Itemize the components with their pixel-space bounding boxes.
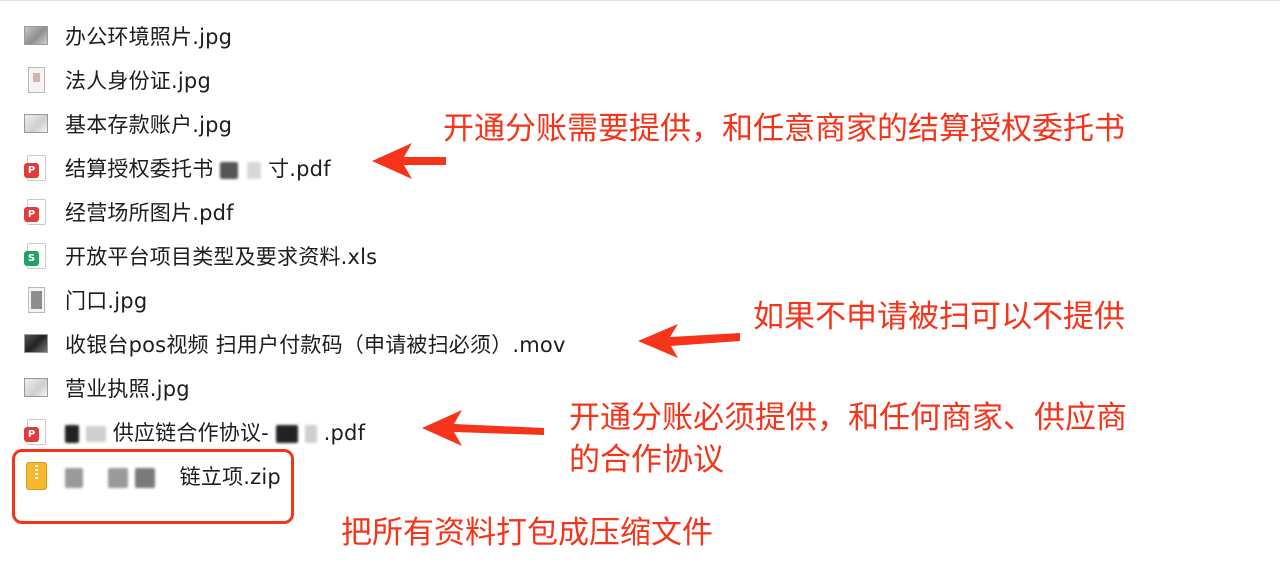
file-name: 开放平台项目类型及要求资料.xls <box>65 245 378 269</box>
file-name-suffix: 寸.pdf <box>268 157 331 181</box>
redacted-block <box>65 425 79 443</box>
pdf-icon: P <box>22 418 50 446</box>
annotation-settlement: 开通分账需要提供，和任意商家的结算授权委托书 <box>443 111 1125 147</box>
arrow-left-icon <box>638 324 740 358</box>
annotation-zip: 把所有资料打包成压缩文件 <box>341 515 713 551</box>
arrow-left-icon <box>372 143 446 179</box>
redacted-block <box>275 425 298 443</box>
video-thumbnail-icon <box>22 330 50 358</box>
file-name: 门口.jpg <box>65 289 148 313</box>
redacted-block <box>85 426 106 442</box>
zip-highlight-box <box>12 449 294 524</box>
pdf-icon: P <box>22 154 50 182</box>
annotation-scan: 如果不申请被扫可以不提供 <box>753 299 1125 335</box>
file-row-settlement-authorization[interactable]: P 结算授权委托书 寸.pdf <box>22 146 331 190</box>
file-row-supply-chain-agreement[interactable]: P 供应链合作协议- .pdf <box>22 410 365 454</box>
file-name: 收银台pos视频 扫用户付款码（申请被扫必须）.mov <box>65 333 566 357</box>
file-name-prefix: 结算授权委托书 <box>65 157 214 181</box>
annotation-cooperation-line2: 的合作协议 <box>569 442 724 478</box>
image-thumbnail-icon <box>22 110 50 138</box>
id-card-thumbnail-icon <box>22 66 50 94</box>
redacted-block <box>247 161 262 179</box>
pdf-icon: P <box>22 198 50 226</box>
file-name-prefix: 供应链合作协议- <box>112 421 269 445</box>
file-name: 营业执照.jpg <box>65 377 190 401</box>
file-name: 供应链合作协议- .pdf <box>65 417 365 447</box>
spreadsheet-icon: S <box>22 242 50 270</box>
file-row-platform-requirements[interactable]: S 开放平台项目类型及要求资料.xls <box>22 234 377 278</box>
file-row-legal-id[interactable]: 法人身份证.jpg <box>22 58 211 102</box>
file-name: 结算授权委托书 寸.pdf <box>65 153 331 183</box>
file-row-pos-video[interactable]: 收银台pos视频 扫用户付款码（申请被扫必须）.mov <box>22 322 566 366</box>
redacted-block <box>220 161 239 179</box>
file-row-office-photo[interactable]: 办公环境照片.jpg <box>22 14 232 58</box>
file-name-suffix: .pdf <box>323 421 366 445</box>
window-top-border <box>0 0 1280 1</box>
redacted-block <box>304 425 317 443</box>
file-name: 经营场所图片.pdf <box>65 201 234 225</box>
annotation-cooperation-line1: 开通分账必须提供，和任何商家、供应商 <box>569 400 1127 436</box>
file-row-bank-account[interactable]: 基本存款账户.jpg <box>22 102 232 146</box>
file-row-entrance[interactable]: 门口.jpg <box>22 278 147 322</box>
image-thumbnail-icon <box>22 374 50 402</box>
image-thumbnail-icon <box>22 22 50 50</box>
file-row-business-premises[interactable]: P 经营场所图片.pdf <box>22 190 234 234</box>
file-name: 法人身份证.jpg <box>65 69 211 93</box>
file-row-business-license[interactable]: 营业执照.jpg <box>22 366 190 410</box>
file-name: 办公环境照片.jpg <box>65 25 233 49</box>
arrow-left-icon <box>422 410 544 446</box>
image-thumbnail-icon <box>22 286 50 314</box>
file-name: 基本存款账户.jpg <box>65 113 233 137</box>
